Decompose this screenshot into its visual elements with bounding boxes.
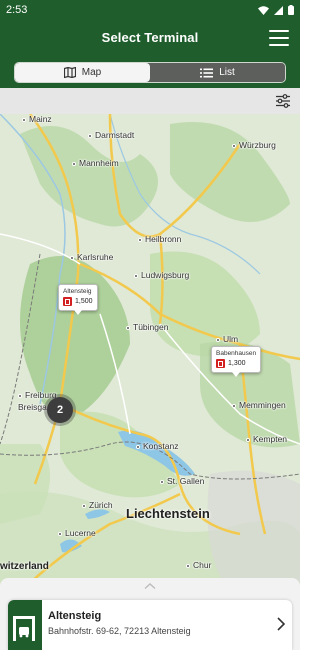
city-dot-icon bbox=[216, 337, 220, 342]
tab-list[interactable]: List bbox=[150, 63, 285, 82]
terminal-icon-box bbox=[8, 600, 42, 650]
city-dot-icon bbox=[88, 133, 92, 138]
marker-name: Babenhausen bbox=[216, 350, 257, 357]
bottom-sheet: Altensteig Bahnhofstr. 69-62, 72213 Alte… bbox=[0, 578, 300, 650]
fuel-pump-icon bbox=[63, 297, 72, 306]
tab-map[interactable]: Map bbox=[15, 63, 150, 82]
city-label: Mannheim bbox=[72, 158, 119, 168]
city-label: Darmstadt bbox=[88, 130, 134, 140]
marker-row: 1,300 bbox=[216, 359, 256, 368]
city-dot-icon bbox=[186, 563, 190, 568]
view-toggle: Map List bbox=[14, 62, 286, 83]
signal-icon bbox=[274, 5, 283, 15]
city-label: Kempten bbox=[246, 434, 287, 444]
region-label: Liechtenstein bbox=[126, 506, 210, 521]
terminal-marker[interactable]: Babenhausen 1,300 bbox=[211, 346, 262, 377]
filter-icon[interactable] bbox=[276, 94, 290, 108]
app-bar: Select Terminal bbox=[0, 20, 300, 56]
page-title: Select Terminal bbox=[101, 30, 199, 45]
chevron-up-icon[interactable] bbox=[144, 582, 156, 590]
city-label: Mainz bbox=[22, 114, 52, 124]
marker-name: Altensteig bbox=[63, 288, 92, 295]
status-bar: 2:53 bbox=[0, 0, 300, 20]
list-icon bbox=[200, 68, 214, 77]
hamburger-icon-line bbox=[269, 37, 289, 39]
city-dot-icon bbox=[70, 255, 74, 260]
city-label: Würzburg bbox=[232, 140, 276, 150]
status-time: 2:53 bbox=[6, 4, 28, 16]
map-view[interactable]: Mainz Darmstadt Würzburg Mannheim Heilbr… bbox=[0, 114, 300, 592]
fuel-pump-icon bbox=[216, 359, 225, 368]
chevron-right-icon[interactable] bbox=[276, 617, 286, 631]
city-dot-icon bbox=[134, 273, 138, 278]
city-label: Tübingen bbox=[126, 322, 168, 332]
wifi-icon bbox=[258, 5, 269, 15]
city-dot-icon bbox=[246, 437, 250, 442]
filter-bar bbox=[0, 88, 300, 114]
city-label: Ulm bbox=[216, 334, 238, 344]
city-label: Zürich bbox=[82, 500, 113, 510]
city-dot-icon bbox=[72, 161, 76, 166]
city-label: St. Gallen bbox=[160, 476, 204, 486]
city-label: Lucerne bbox=[58, 528, 96, 538]
city-dot-icon bbox=[232, 143, 236, 148]
tab-list-label: List bbox=[219, 67, 235, 78]
city-dot-icon bbox=[126, 325, 130, 330]
cluster-marker[interactable]: 2 bbox=[47, 397, 73, 423]
city-label: Heilbronn bbox=[138, 234, 181, 244]
city-label: Memmingen bbox=[232, 400, 286, 410]
country-label: witzerland bbox=[0, 561, 49, 572]
terminal-address: Bahnhofstr. 69-62, 72213 Altensteig bbox=[48, 626, 191, 636]
terminal-card[interactable]: Altensteig Bahnhofstr. 69-62, 72213 Alte… bbox=[8, 600, 292, 650]
city-dot-icon bbox=[58, 531, 62, 536]
marker-value: 1,300 bbox=[228, 360, 246, 367]
city-label: Freiburg bbox=[18, 390, 57, 400]
terminal-title: Altensteig bbox=[48, 610, 102, 622]
view-toggle-bar: Map List bbox=[0, 56, 300, 88]
city-label: Karlsruhe bbox=[70, 252, 113, 262]
city-dot-icon bbox=[22, 117, 26, 122]
battery-icon bbox=[288, 5, 294, 15]
status-icons bbox=[258, 5, 294, 15]
city-label: Chur bbox=[186, 560, 211, 570]
city-dot-icon bbox=[18, 393, 22, 398]
terminal-marker[interactable]: Altensteig 1,500 bbox=[58, 284, 98, 315]
city-label: Ludwigsburg bbox=[134, 270, 189, 280]
city-dot-icon bbox=[138, 237, 142, 242]
fuel-station-icon bbox=[13, 616, 35, 641]
city-dot-icon bbox=[136, 444, 140, 449]
hamburger-icon-line bbox=[269, 44, 289, 46]
city-dot-icon bbox=[82, 503, 86, 508]
tab-map-label: Map bbox=[81, 67, 102, 78]
marker-value: 1,500 bbox=[75, 298, 93, 305]
marker-row: 1,500 bbox=[63, 297, 93, 306]
menu-button[interactable] bbox=[268, 28, 290, 48]
city-dot-icon bbox=[232, 403, 236, 408]
hamburger-icon-line bbox=[269, 30, 289, 32]
city-dot-icon bbox=[160, 479, 164, 484]
map-icon bbox=[63, 67, 76, 78]
city-label: Konstanz bbox=[136, 441, 178, 451]
